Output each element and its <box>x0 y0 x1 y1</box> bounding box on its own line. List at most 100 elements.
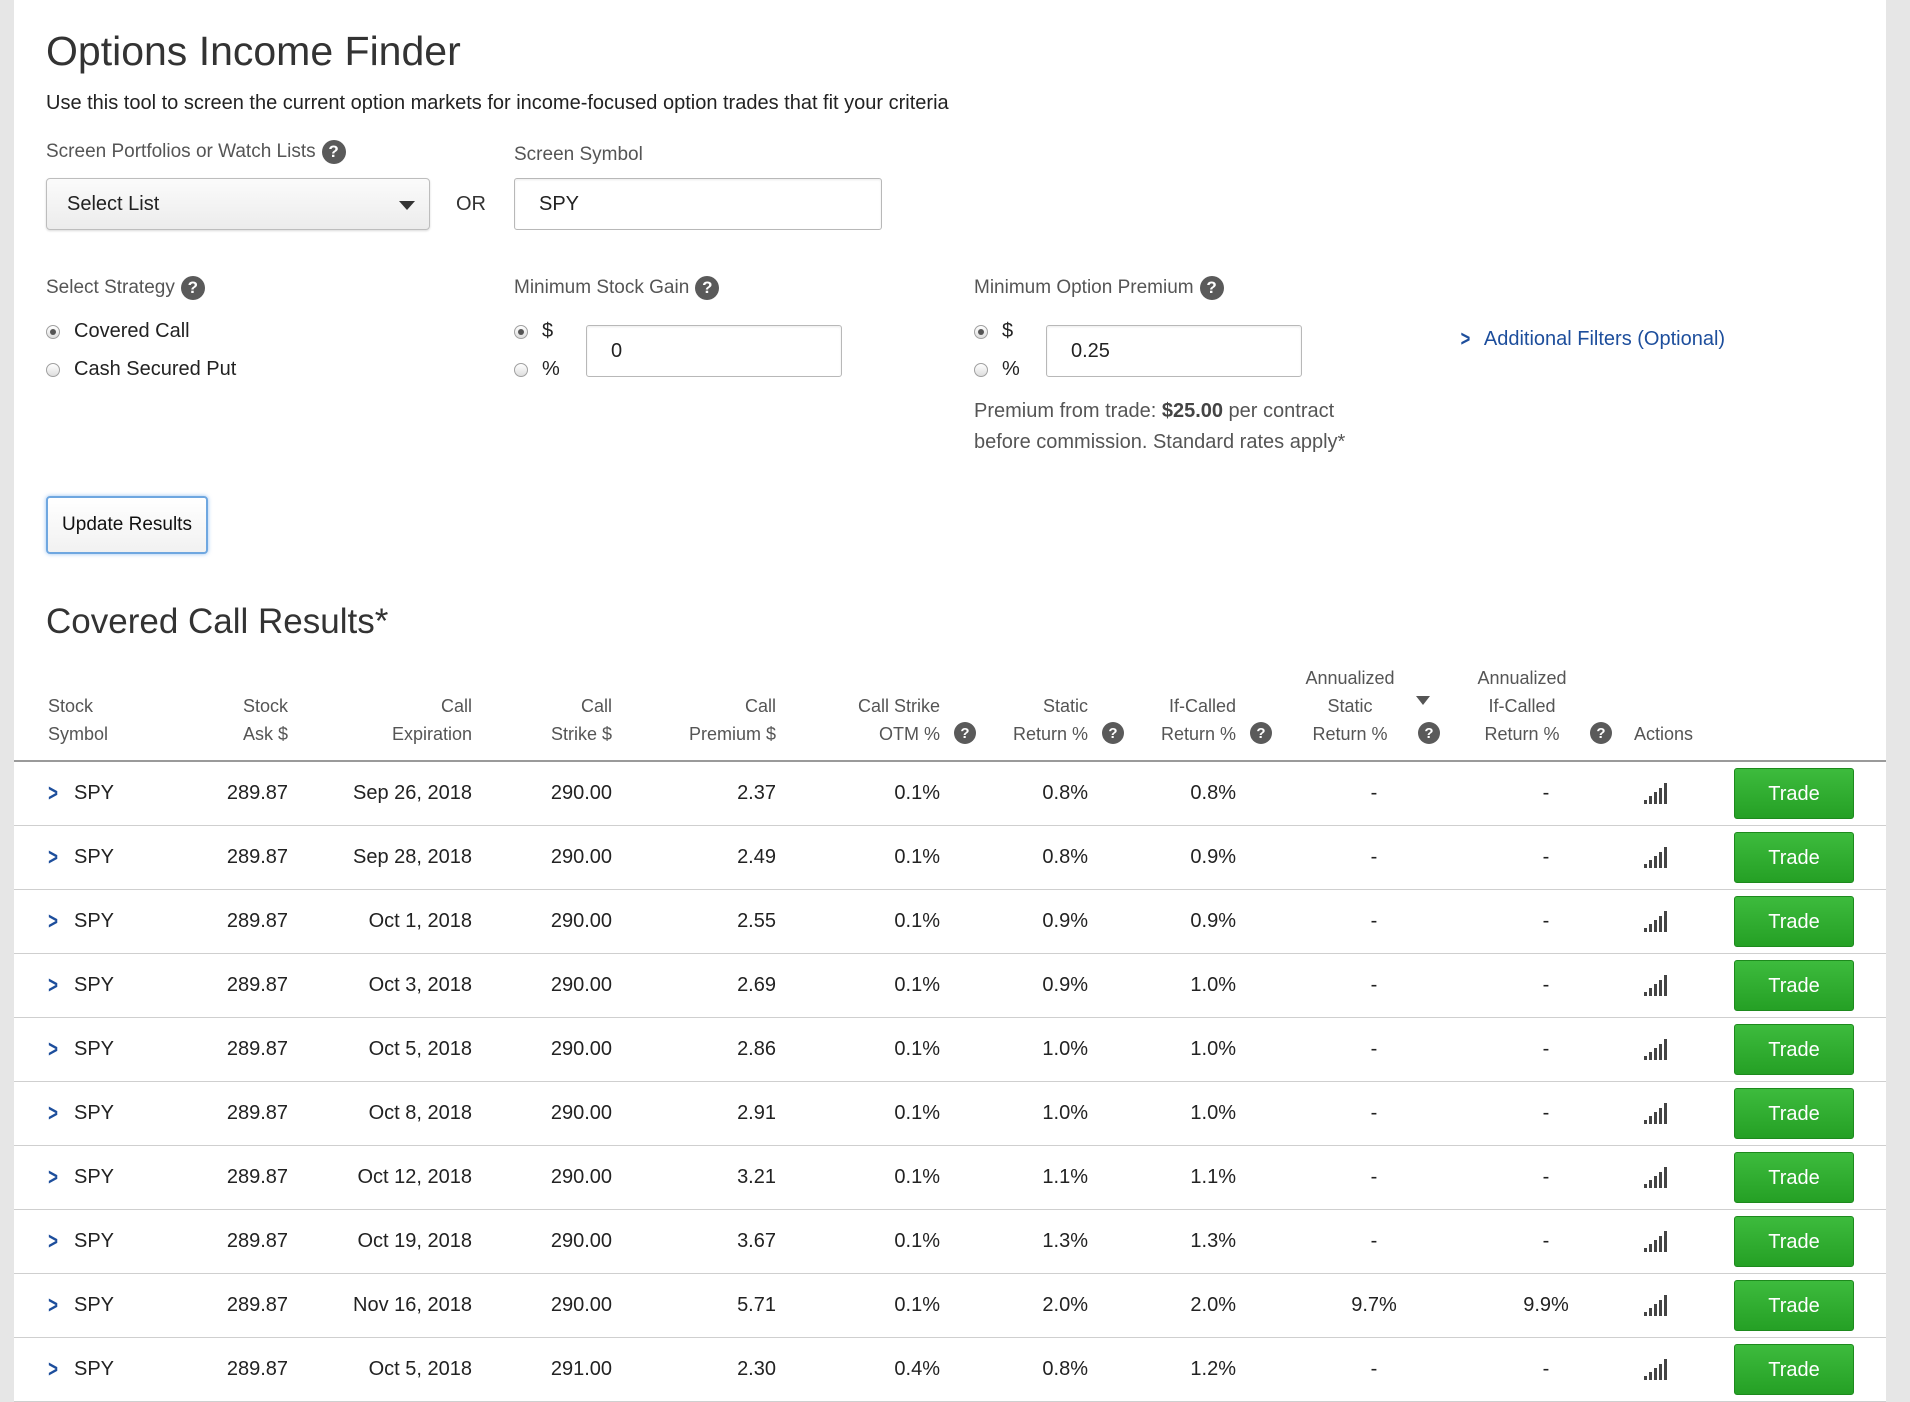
min-stock-gain-dollar-option[interactable]: $ <box>514 320 553 343</box>
chevron-right-icon[interactable]: > <box>48 1082 58 1145</box>
cell-symbol[interactable]: SPY <box>74 954 114 1017</box>
sort-down-icon[interactable] <box>1416 696 1430 705</box>
unit-label: % <box>542 358 560 380</box>
cell-symbol[interactable]: SPY <box>74 890 114 953</box>
cell-symbol[interactable]: SPY <box>74 826 114 889</box>
radio-premium-percent[interactable] <box>974 362 988 377</box>
chevron-right-icon[interactable]: > <box>48 1146 58 1209</box>
or-label: OR <box>456 193 486 215</box>
signal-bars-icon[interactable] <box>1644 1294 1672 1316</box>
col-call-strike-otm[interactable]: Call Strike OTM % <box>814 692 940 748</box>
cell-symbol[interactable]: SPY <box>74 1274 114 1337</box>
cell-expiration: Nov 16, 2018 <box>353 1294 472 1316</box>
chevron-right-icon[interactable]: > <box>48 762 58 825</box>
min-stock-gain-percent-option[interactable]: % <box>514 358 560 381</box>
col-line: Actions <box>1634 724 1694 744</box>
min-stock-gain-label: Minimum Stock Gain <box>514 277 690 298</box>
signal-bars-icon[interactable] <box>1644 1230 1672 1252</box>
radio-stock-gain-dollar[interactable] <box>514 324 528 339</box>
table-row: > SPY 289.87 Oct 3, 2018 290.00 2.69 0.1… <box>14 954 1886 1018</box>
col-call-premium[interactable]: Call Premium $ <box>654 692 776 748</box>
cell-symbol[interactable]: SPY <box>74 1210 114 1273</box>
additional-filters-link[interactable]: > Additional Filters (Optional) <box>1459 326 1725 352</box>
cell-annualized-static: 9.7% <box>1351 1294 1397 1316</box>
trade-button[interactable]: Trade <box>1734 1344 1854 1395</box>
min-stock-gain-input[interactable] <box>586 325 842 377</box>
update-results-button[interactable]: Update Results <box>46 496 208 554</box>
col-annualized-static[interactable]: Annualized Static Return % <box>1294 664 1406 748</box>
chevron-right-icon[interactable]: > <box>48 954 58 1017</box>
cell-otm: 0.1% <box>894 1230 940 1252</box>
trade-button[interactable]: Trade <box>1734 1024 1854 1075</box>
trade-button[interactable]: Trade <box>1734 896 1854 947</box>
trade-button[interactable]: Trade <box>1734 1216 1854 1267</box>
signal-bars-icon[interactable] <box>1644 1102 1672 1124</box>
cell-symbol[interactable]: SPY <box>74 1018 114 1081</box>
col-if-called-return[interactable]: If-Called Return % <box>1134 692 1236 748</box>
cell-symbol[interactable]: SPY <box>74 1082 114 1145</box>
col-call-expiration[interactable]: Call Expiration <box>334 692 472 748</box>
portfolio-label: Screen Portfolios or Watch Lists <box>46 141 316 162</box>
col-line: Annualized <box>1305 668 1395 688</box>
radio-cash-secured-put[interactable] <box>46 362 60 377</box>
strategy-option-cash-secured-put[interactable]: Cash Secured Put <box>46 358 236 381</box>
premium-note: Premium from trade: $25.00 per contract … <box>974 396 1345 458</box>
radio-stock-gain-percent[interactable] <box>514 362 528 377</box>
chevron-right-icon[interactable]: > <box>48 890 58 953</box>
help-icon[interactable]: ? <box>1250 722 1272 744</box>
col-line: OTM % <box>879 724 940 744</box>
radio-covered-call[interactable] <box>46 324 60 339</box>
trade-button[interactable]: Trade <box>1734 1152 1854 1203</box>
min-option-premium-input[interactable] <box>1046 325 1302 377</box>
trade-button[interactable]: Trade <box>1734 960 1854 1011</box>
help-icon[interactable]: ? <box>321 140 346 164</box>
col-stock-symbol[interactable]: Stock Symbol <box>48 692 108 748</box>
col-line: Call <box>440 696 472 716</box>
strategy-option-covered-call[interactable]: Covered Call <box>46 320 190 343</box>
min-premium-dollar-option[interactable]: $ <box>974 320 1013 343</box>
chevron-right-icon[interactable]: > <box>48 1018 58 1081</box>
cell-annualized-if-called: - <box>1542 1358 1550 1380</box>
trade-button[interactable]: Trade <box>1734 832 1854 883</box>
radio-premium-dollar[interactable] <box>974 324 988 339</box>
cell-premium: 2.49 <box>737 846 776 868</box>
signal-bars-icon[interactable] <box>1644 974 1672 996</box>
cell-premium: 2.37 <box>737 782 776 804</box>
watch-list-select[interactable]: Select List <box>46 178 430 230</box>
col-call-strike[interactable]: Call Strike $ <box>514 692 612 748</box>
cell-symbol[interactable]: SPY <box>74 1146 114 1209</box>
help-icon[interactable]: ? <box>1590 722 1612 744</box>
help-icon[interactable]: ? <box>954 722 976 744</box>
help-icon[interactable]: ? <box>180 276 205 300</box>
trade-button[interactable]: Trade <box>1734 1088 1854 1139</box>
cell-static-return: 1.1% <box>1042 1166 1088 1188</box>
chevron-right-icon[interactable]: > <box>48 1274 58 1337</box>
trade-button[interactable]: Trade <box>1734 768 1854 819</box>
help-icon[interactable]: ? <box>1199 276 1224 300</box>
help-icon[interactable]: ? <box>695 276 720 300</box>
chevron-right-icon[interactable]: > <box>48 1338 58 1401</box>
col-stock-ask[interactable]: Stock Ask $ <box>194 692 288 748</box>
signal-bars-icon[interactable] <box>1644 910 1672 932</box>
signal-bars-icon[interactable] <box>1644 1358 1672 1380</box>
col-annualized-if-called[interactable]: Annualized If-Called Return % <box>1466 664 1578 748</box>
signal-bars-icon[interactable] <box>1644 846 1672 868</box>
signal-bars-icon[interactable] <box>1644 782 1672 804</box>
help-icon[interactable]: ? <box>1418 722 1440 744</box>
cell-annualized-static: - <box>1370 974 1378 996</box>
signal-bars-icon[interactable] <box>1644 1166 1672 1188</box>
signal-bars-icon[interactable] <box>1644 1038 1672 1060</box>
chevron-right-icon[interactable]: > <box>48 826 58 889</box>
cell-symbol[interactable]: SPY <box>74 762 114 825</box>
cell-static-return: 1.0% <box>1042 1038 1088 1060</box>
cell-symbol[interactable]: SPY <box>74 1338 114 1401</box>
cell-if-called-return: 1.2% <box>1190 1358 1236 1380</box>
symbol-input[interactable] <box>514 178 882 230</box>
cell-strike: 290.00 <box>550 1038 612 1060</box>
results-table: Stock Symbol Stock Ask $ Call Expiration… <box>14 650 1886 1402</box>
trade-button[interactable]: Trade <box>1734 1280 1854 1331</box>
help-icon[interactable]: ? <box>1102 722 1124 744</box>
col-static-return[interactable]: Static Return % <box>994 692 1088 748</box>
chevron-right-icon[interactable]: > <box>48 1210 58 1273</box>
min-premium-percent-option[interactable]: % <box>974 358 1020 381</box>
